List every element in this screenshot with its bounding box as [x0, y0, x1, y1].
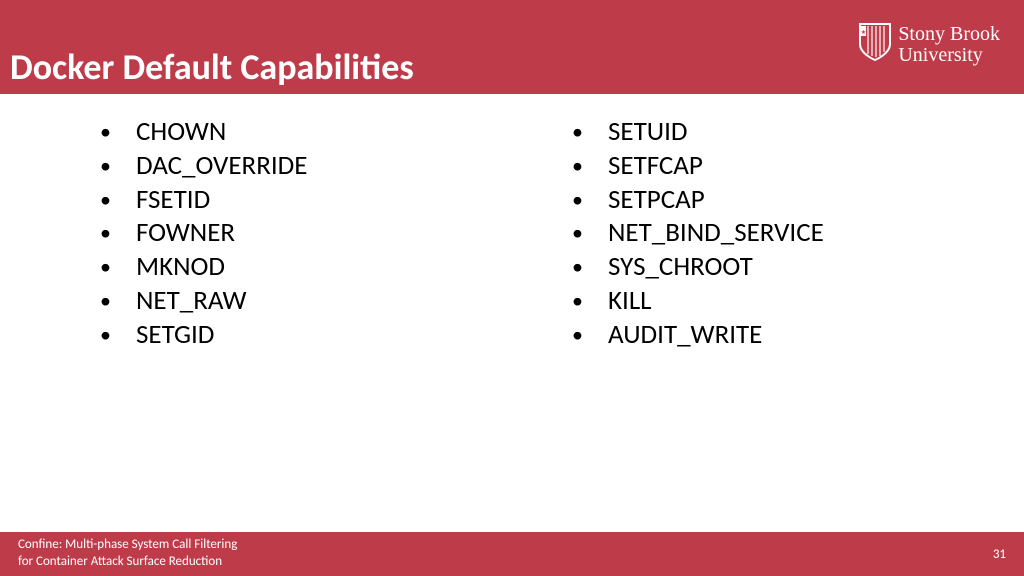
list-item: KILL	[572, 284, 1024, 318]
right-column: SETUID SETFCAP SETPCAP NET_BIND_SERVICE …	[512, 115, 1024, 535]
list-item: FOWNER	[100, 216, 512, 250]
capabilities-list-left: CHOWN DAC_OVERRIDE FSETID FOWNER MKNOD N…	[100, 115, 512, 351]
logo-line2: University	[898, 45, 1000, 66]
list-item: SETFCAP	[572, 149, 1024, 183]
list-item: SETUID	[572, 115, 1024, 149]
logo-text: Stony Brook University	[898, 24, 1000, 66]
slide-title: Docker Default Capabilities	[10, 45, 414, 89]
university-logo: ★ Stony Brook University	[858, 22, 1000, 67]
slide-header: Docker Default Capabilities ★ Stony Broo…	[0, 0, 1024, 94]
capabilities-list-right: SETUID SETFCAP SETPCAP NET_BIND_SERVICE …	[572, 115, 1024, 351]
list-item: MKNOD	[100, 250, 512, 284]
page-number: 31	[993, 547, 1006, 562]
list-item: FSETID	[100, 183, 512, 217]
footer-line2: for Container Attack Surface Reduction	[18, 554, 237, 571]
shield-icon: ★	[858, 22, 892, 67]
list-item: SYS_CHROOT	[572, 250, 1024, 284]
list-item: AUDIT_WRITE	[572, 318, 1024, 352]
footer-caption: Confine: Multi-phase System Call Filteri…	[18, 537, 237, 571]
slide-content: CHOWN DAC_OVERRIDE FSETID FOWNER MKNOD N…	[0, 115, 1024, 535]
list-item: NET_RAW	[100, 284, 512, 318]
list-item: SETGID	[100, 318, 512, 352]
list-item: NET_BIND_SERVICE	[572, 216, 1024, 250]
left-column: CHOWN DAC_OVERRIDE FSETID FOWNER MKNOD N…	[0, 115, 512, 535]
logo-line1: Stony Brook	[898, 24, 1000, 45]
list-item: DAC_OVERRIDE	[100, 149, 512, 183]
slide: Docker Default Capabilities ★ Stony Broo…	[0, 0, 1024, 576]
svg-text:★: ★	[861, 28, 866, 36]
list-item: SETPCAP	[572, 183, 1024, 217]
footer-line1: Confine: Multi-phase System Call Filteri…	[18, 537, 237, 554]
list-item: CHOWN	[100, 115, 512, 149]
slide-footer: Confine: Multi-phase System Call Filteri…	[0, 532, 1024, 576]
